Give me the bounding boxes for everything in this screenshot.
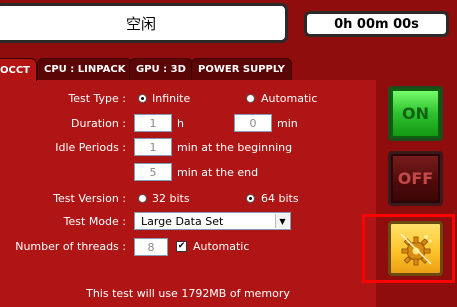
memory-usage-message: This test will use 1792MB of memory xyxy=(0,287,376,300)
test-type-automatic-label: Automatic xyxy=(261,92,318,105)
off-button[interactable]: OFF xyxy=(388,151,443,206)
settings-highlight-frame xyxy=(362,214,455,283)
status-text: 空闲 xyxy=(125,14,156,33)
status-display: 空闲 xyxy=(0,3,288,43)
tab-label: GPU : 3D xyxy=(136,64,186,75)
threads-field[interactable]: 8 xyxy=(134,238,168,256)
threads-automatic-checkbox[interactable]: ✔ xyxy=(176,241,187,252)
version-64-label: 64 bits xyxy=(261,192,299,205)
duration-label: Duration : xyxy=(71,117,126,130)
test-mode-value: Large Data Set xyxy=(141,214,224,228)
tab-occt[interactable]: OCCT xyxy=(0,58,37,81)
on-button[interactable]: ON xyxy=(388,86,443,141)
idle-end-text: min at the end xyxy=(177,166,259,179)
tab-bar: OCCT CPU : LINPACK GPU : 3D POWER SUPPLY xyxy=(0,58,457,81)
version-32-label: 32 bits xyxy=(152,192,190,205)
off-button-label: OFF xyxy=(397,169,434,188)
duration-hours-unit: h xyxy=(177,117,184,130)
threads-automatic-label: Automatic xyxy=(193,240,250,253)
tab-gpu-3d[interactable]: GPU : 3D xyxy=(129,58,193,80)
idle-begin-text: min at the beginning xyxy=(177,141,293,154)
memory-usage-text: This test will use 1792MB of memory xyxy=(86,287,290,300)
idle-end-field[interactable]: 5 xyxy=(134,163,172,181)
idle-begin-value: 1 xyxy=(149,140,157,154)
tab-label: CPU : LINPACK xyxy=(44,64,126,75)
idle-periods-label: Idle Periods : xyxy=(55,141,126,154)
duration-hours-field[interactable]: 1 xyxy=(134,114,172,132)
tab-label: OCCT xyxy=(0,64,30,76)
tab-power-supply[interactable]: POWER SUPPLY xyxy=(191,58,292,80)
duration-minutes-value: 0 xyxy=(249,116,257,130)
timer-text: 0h 00m 00s xyxy=(334,16,419,32)
chevron-down-icon[interactable]: ▼ xyxy=(275,214,289,228)
duration-minutes-unit: min xyxy=(277,117,298,130)
idle-end-value: 5 xyxy=(149,165,157,179)
duration-hours-value: 1 xyxy=(149,116,157,130)
test-type-infinite-radio[interactable] xyxy=(138,94,147,103)
threads-label: Number of threads : xyxy=(15,240,126,253)
test-type-label: Test Type : xyxy=(68,92,126,105)
idle-begin-field[interactable]: 1 xyxy=(134,138,172,156)
test-type-automatic-radio[interactable] xyxy=(246,94,255,103)
on-button-label: ON xyxy=(402,104,429,123)
test-mode-label: Test Mode : xyxy=(63,215,126,228)
tab-cpu-linpack[interactable]: CPU : LINPACK xyxy=(37,58,133,80)
tab-label: POWER SUPPLY xyxy=(198,64,285,75)
version-64-radio[interactable] xyxy=(246,194,255,203)
duration-minutes-field[interactable]: 0 xyxy=(234,114,272,132)
test-mode-select[interactable]: Large Data Set ▼ xyxy=(134,212,291,230)
threads-value: 8 xyxy=(147,240,155,254)
test-type-infinite-label: Infinite xyxy=(152,92,191,105)
test-version-label: Test Version : xyxy=(53,192,126,205)
timer-display: 0h 00m 00s xyxy=(304,11,449,37)
version-32-radio[interactable] xyxy=(138,194,147,203)
